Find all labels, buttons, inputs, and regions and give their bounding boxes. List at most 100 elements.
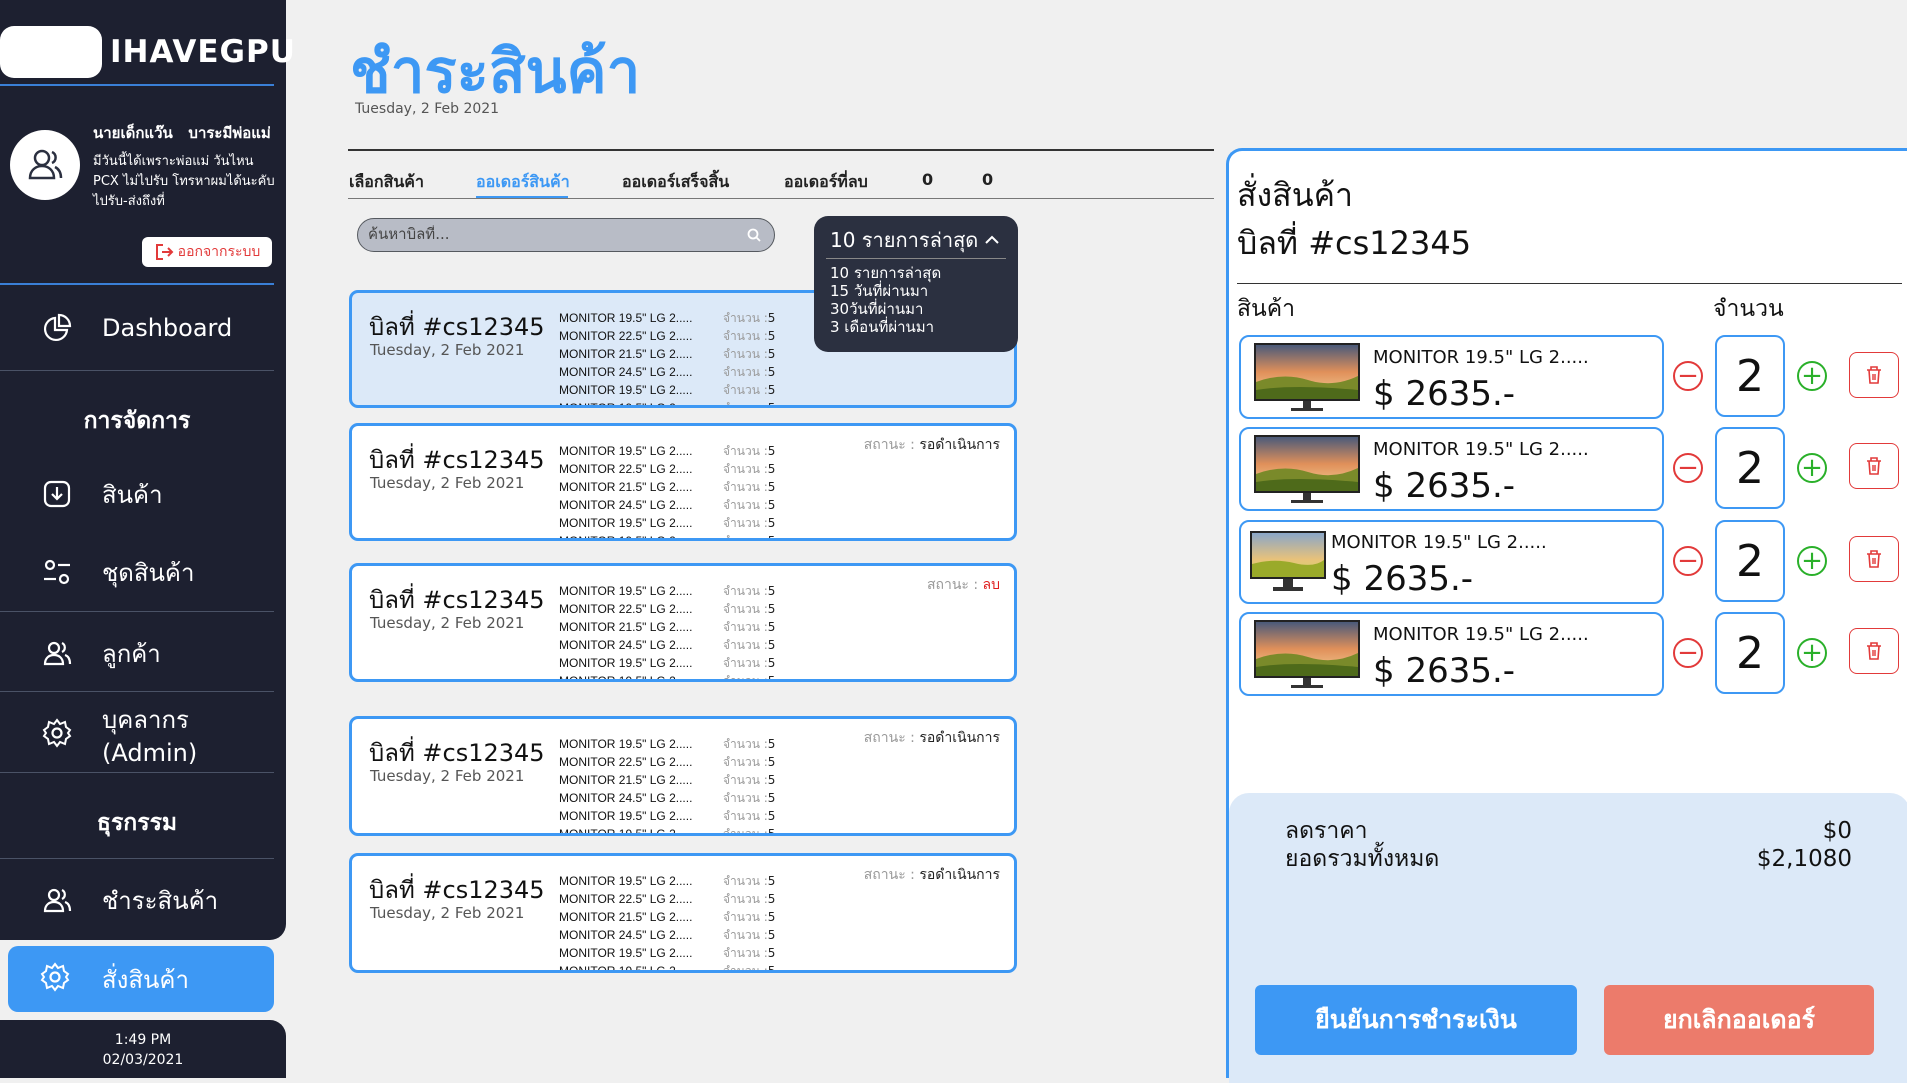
filter-selected[interactable]: 10 รายการล่าสุด	[830, 224, 978, 256]
tab-count[interactable]: 0	[982, 170, 993, 189]
sidebar-item-product-sets[interactable]: ชุดสินค้า	[0, 532, 286, 612]
sidebar-item-customers[interactable]: ลูกค้า	[0, 613, 286, 693]
bill-card[interactable]: บิลที่ #cs12345 Tuesday, 2 Feb 2021 สถาน…	[349, 853, 1017, 973]
delete-item-button[interactable]	[1849, 628, 1899, 674]
logout-icon	[155, 244, 174, 260]
cart-item: MONITOR 19.5" LG 2..... $ 2635.-	[1239, 335, 1664, 419]
bill-date: Tuesday, 2 Feb 2021	[370, 341, 525, 359]
bill-items: MONITOR 19.5" LG 2..... MONITOR 22.5" LG…	[559, 735, 693, 836]
tab-select-products[interactable]: เลือกสินค้า	[349, 170, 424, 195]
clock-time: 1:49 PM	[114, 1032, 172, 1048]
increase-quantity-button[interactable]: +	[1797, 453, 1827, 483]
qty-row: จำนวน :5	[723, 674, 776, 682]
list-item: MONITOR 19.5" LG 2.....	[559, 964, 693, 973]
qty-row: จำนวน :5	[723, 480, 776, 494]
tab-deleted-orders[interactable]: ออเดอร์ที่ลบ	[784, 170, 868, 195]
list-item: MONITOR 19.5" LG 2.....	[559, 516, 693, 530]
bill-quantities: จำนวน :5 จำนวน :5 จำนวน :5 จำนวน :5 จำนว…	[723, 735, 776, 836]
delete-item-button[interactable]	[1849, 443, 1899, 489]
qty-row: จำนวน :5	[723, 656, 776, 670]
sidebar-item-label: สินค้า	[102, 480, 163, 509]
divider	[0, 611, 274, 612]
list-item: MONITOR 22.5" LG 2.....	[559, 602, 693, 616]
sidebar-item-label: ลูกค้า	[102, 639, 161, 668]
search-input[interactable]	[368, 225, 728, 243]
cancel-order-button[interactable]: ยกเลิกออเดอร์	[1604, 985, 1874, 1055]
logout-button[interactable]: ออกจากระบบ	[142, 237, 272, 267]
gear-icon	[40, 716, 74, 750]
sidebar-item-staff[interactable]: บุคลากร (Admin)	[0, 693, 286, 773]
tab-count[interactable]: 0	[922, 170, 933, 189]
tab-orders[interactable]: ออเดอร์สินค้า	[476, 170, 570, 195]
filter-option[interactable]: 10 รายการล่าสุด	[830, 264, 941, 282]
bill-card[interactable]: บิลที่ #cs12345 Tuesday, 2 Feb 2021 สถาน…	[349, 423, 1017, 541]
list-item: MONITOR 21.5" LG 2.....	[559, 910, 693, 924]
tab-completed-orders[interactable]: ออเดอร์เสร็จสิ้น	[622, 170, 729, 195]
bill-quantities: จำนวน :5 จำนวน :5 จำนวน :5 จำนวน :5 จำนว…	[723, 442, 776, 541]
search-icon[interactable]	[746, 227, 762, 247]
qty-row: จำนวน :5	[723, 602, 776, 616]
monitor-image	[1254, 343, 1360, 411]
qty-row: จำนวน :5	[723, 584, 776, 598]
qty-row: จำนวน :5	[723, 827, 776, 836]
product-price: $ 2635.-	[1373, 651, 1516, 691]
monitor-image	[1250, 531, 1326, 591]
qty-row: จำนวน :5	[723, 498, 776, 512]
divider	[0, 370, 274, 371]
confirm-payment-button[interactable]: ยืนยันการชำระเงิน	[1255, 985, 1577, 1055]
users-icon	[40, 883, 74, 917]
sidebar-item-dashboard[interactable]: Dashboard	[0, 288, 286, 368]
user-icon	[28, 149, 63, 180]
list-item: MONITOR 24.5" LG 2.....	[559, 928, 693, 942]
user-name: นายเด็กแว๊น บาระมีพ่อแม่	[93, 124, 271, 142]
avatar	[10, 130, 80, 200]
filter-option[interactable]: 3 เดือนที่ผ่านมา	[830, 318, 934, 336]
qty-row: จำนวน :5	[723, 534, 776, 541]
decrease-quantity-button[interactable]: −	[1673, 361, 1703, 391]
qty-row: จำนวน :5	[723, 401, 776, 408]
filter-option[interactable]: 15 วันที่ผ่านมา	[830, 282, 928, 300]
filter-option[interactable]: 30วันที่ผ่านมา	[830, 300, 923, 318]
bill-card[interactable]: บิลที่ #cs12345 Tuesday, 2 Feb 2021 สถาน…	[349, 716, 1017, 836]
delete-item-button[interactable]	[1849, 536, 1899, 582]
bill-items: MONITOR 19.5" LG 2..... MONITOR 22.5" LG…	[559, 872, 693, 973]
delete-item-button[interactable]	[1849, 352, 1899, 398]
decrease-quantity-button[interactable]: −	[1673, 638, 1703, 668]
bill-card[interactable]: บิลที่ #cs12345 Tuesday, 2 Feb 2021 สถาน…	[349, 563, 1017, 682]
sidebar: IHAVEGPU นายเด็กแว๊น บาระมีพ่อแม่ มีวันน…	[0, 0, 295, 940]
monitor-image	[1254, 620, 1360, 688]
gear-icon	[40, 962, 70, 996]
status-badge: สถานะ : รอดำเนินการ	[863, 437, 1000, 453]
sidebar-item-payment[interactable]: ชำระสินค้า	[0, 860, 286, 940]
chevron-up-icon[interactable]	[984, 230, 1000, 249]
decrease-quantity-button[interactable]: −	[1673, 546, 1703, 576]
list-item: MONITOR 22.5" LG 2.....	[559, 755, 693, 769]
list-item: MONITOR 19.5" LG 2.....	[559, 444, 693, 458]
list-item: MONITOR 19.5" LG 2.....	[559, 827, 693, 836]
qty-row: จำนวน :5	[723, 365, 776, 379]
status-badge: สถานะ : ลบ	[926, 577, 1000, 593]
list-item: MONITOR 22.5" LG 2.....	[559, 462, 693, 476]
sidebar-item-products[interactable]: สินค้า	[0, 454, 286, 534]
product-price: $ 2635.-	[1373, 466, 1516, 506]
status-badge: สถานะ : รอดำเนินการ	[863, 730, 1000, 746]
column-header-product: สินค้า	[1237, 296, 1296, 322]
increase-quantity-button[interactable]: +	[1797, 546, 1827, 576]
increase-quantity-button[interactable]: +	[1797, 361, 1827, 391]
order-bill-number: บิลที่ #cs12345	[1237, 224, 1472, 262]
list-item: MONITOR 19.5" LG 2.....	[559, 311, 693, 325]
sidebar-item-order[interactable]: สั่งสินค้า	[8, 946, 274, 1012]
list-item: MONITOR 19.5" LG 2.....	[559, 383, 693, 397]
quantity-value[interactable]: 2	[1715, 427, 1785, 509]
list-item: MONITOR 19.5" LG 2.....	[559, 401, 693, 408]
quantity-value[interactable]: 2	[1715, 520, 1785, 602]
sidebar-item-label: ชำระสินค้า	[102, 886, 219, 915]
increase-quantity-button[interactable]: +	[1797, 638, 1827, 668]
decrease-quantity-button[interactable]: −	[1673, 453, 1703, 483]
section-title-transactions: ธุรกรรม	[96, 810, 178, 836]
summary-values: $0 $2,1080	[1757, 817, 1852, 873]
list-item: MONITOR 19.5" LG 2.....	[559, 674, 693, 682]
quantity-value[interactable]: 2	[1715, 612, 1785, 694]
quantity-value[interactable]: 2	[1715, 335, 1785, 417]
filter-dropdown[interactable]: 10 รายการล่าสุด 10 รายการล่าสุด 15 วันที…	[814, 216, 1018, 352]
